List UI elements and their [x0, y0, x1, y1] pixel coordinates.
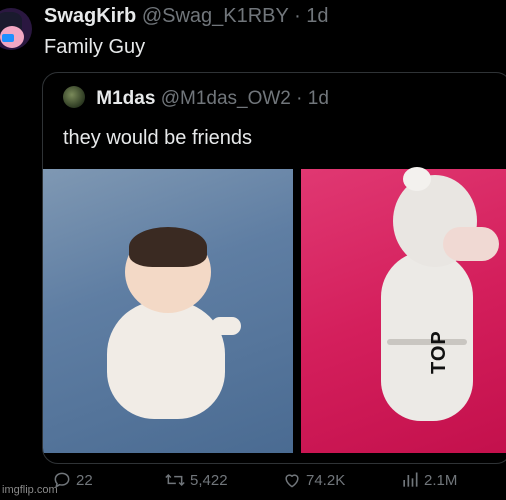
tweet-text: Family Guy: [44, 36, 146, 58]
quote-handle[interactable]: @M1das_OW2: [161, 88, 291, 109]
retweet-button[interactable]: 5,422: [164, 470, 228, 490]
avatar[interactable]: [0, 8, 32, 50]
analytics-icon: [403, 472, 418, 487]
like-count: 74.2K: [306, 471, 346, 489]
retweet-count: 5,422: [190, 471, 228, 489]
handle[interactable]: @Swag_K1RBY: [142, 5, 289, 27]
reply-count: 22: [76, 471, 93, 489]
sock-top-label: TOP: [428, 330, 450, 374]
quote-avatar[interactable]: [63, 85, 85, 108]
quote-text: they would be friends: [63, 127, 253, 149]
reply-button[interactable]: 22: [52, 470, 93, 490]
watermark: imgflip.com: [2, 484, 58, 496]
like-button[interactable]: 74.2K: [282, 470, 345, 490]
display-name[interactable]: SwagKirb: [44, 5, 136, 27]
baby-arm: [211, 317, 241, 335]
dog-sock-body: [381, 251, 473, 421]
separator: ·: [294, 5, 301, 27]
author-line: SwagKirb @Swag_K1RBY · 1d: [44, 4, 329, 28]
view-count: 2.1M: [424, 471, 458, 489]
retweet-icon: [165, 473, 185, 487]
baby-hair: [129, 227, 207, 267]
quote-tweet-card[interactable]: M1das @M1das_OW2 · 1d they would be frie…: [42, 72, 506, 464]
quote-author-line: M1das @M1das_OW2 · 1d: [63, 85, 329, 111]
timestamp[interactable]: 1d: [306, 5, 328, 27]
views-button[interactable]: 2.1M: [400, 470, 457, 490]
quote-separator: ·: [296, 88, 303, 109]
heart-icon: [285, 474, 299, 488]
dog-ear: [403, 167, 431, 191]
baby-body: [107, 301, 225, 419]
media-grid: TOP: [43, 167, 506, 463]
sock-stripe: [387, 339, 467, 345]
action-bar: 22 5,422 74.2K 2.1M: [44, 470, 504, 496]
quote-display-name[interactable]: M1das: [96, 88, 155, 109]
dog-snout: [443, 227, 499, 261]
quote-timestamp[interactable]: 1d: [308, 88, 329, 109]
avatar-badge: [2, 34, 14, 42]
